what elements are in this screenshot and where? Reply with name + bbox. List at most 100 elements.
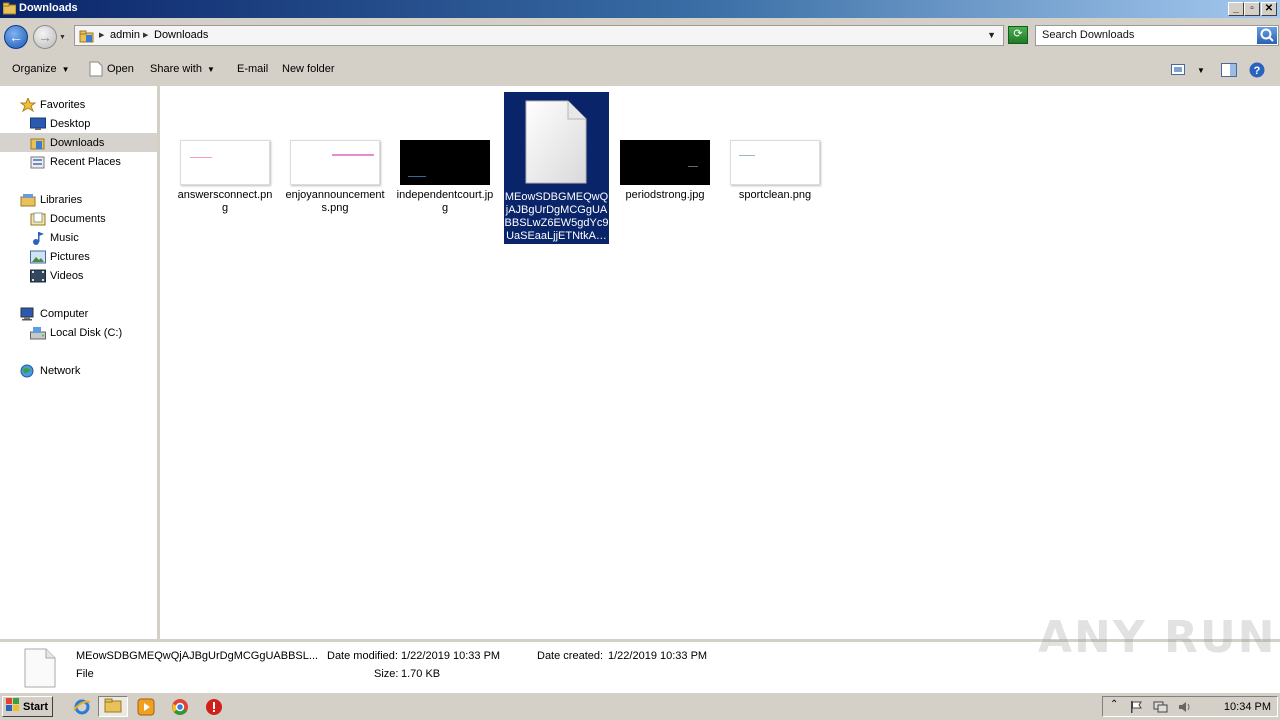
nav-downloads[interactable]: Downloads <box>0 133 157 152</box>
local-disk-icon <box>30 326 46 340</box>
nav-videos[interactable]: Videos <box>30 266 83 285</box>
document-icon <box>524 100 588 188</box>
new-folder-button[interactable]: New folder <box>282 63 335 75</box>
nav-network-label: Network <box>40 364 81 377</box>
email-button[interactable]: E-mail <box>237 63 268 75</box>
minimize-button[interactable]: _ <box>1228 2 1244 16</box>
forward-button[interactable]: → <box>33 25 57 49</box>
nav-videos-label: Videos <box>50 269 84 282</box>
internet-explorer-icon[interactable] <box>70 696 94 717</box>
search-placeholder: Search Downloads <box>1042 29 1135 41</box>
address-dropdown-icon[interactable]: ▼ <box>987 30 996 40</box>
details-type: File <box>76 668 94 680</box>
back-button[interactable]: ← <box>4 25 28 49</box>
help-icon[interactable]: ? <box>1249 62 1265 81</box>
pictures-icon <box>30 250 46 264</box>
windows-logo-icon <box>6 698 20 715</box>
clock[interactable]: 10:34 PM <box>1224 701 1271 713</box>
file-item[interactable]: enjoyannouncements.png <box>285 92 385 232</box>
volume-icon[interactable] <box>1177 700 1193 717</box>
recent-pages-dropdown[interactable]: ▼ <box>59 34 66 41</box>
share-with-button[interactable]: Share with ▼ <box>150 63 215 75</box>
file-type-icon <box>24 648 56 691</box>
file-item[interactable]: sportclean.png <box>725 92 825 232</box>
image-thumbnail <box>290 140 380 185</box>
navigation-pane: Favorites Desktop Downloads Recent Place… <box>0 86 157 639</box>
svg-text:?: ? <box>1254 65 1261 77</box>
nav-recent-places-label: Recent Places <box>50 155 121 168</box>
folder-icon <box>2 2 17 15</box>
details-date-modified: 1/22/2019 10:33 PM <box>401 650 501 662</box>
explorer-taskbar-button[interactable] <box>98 696 128 717</box>
network-tray-icon[interactable] <box>1153 700 1169 717</box>
nav-documents[interactable]: Documents <box>30 209 106 228</box>
breadcrumb-downloads[interactable]: Downloads <box>154 29 208 41</box>
desktop-icon <box>30 117 46 131</box>
computer-icon <box>20 307 36 321</box>
search-input[interactable]: Search Downloads <box>1035 25 1279 46</box>
nav-computer-label: Computer <box>40 307 89 320</box>
recent-places-icon <box>30 155 46 169</box>
restore-button[interactable]: ▫ <box>1244 2 1260 16</box>
nav-recent-places[interactable]: Recent Places <box>30 152 121 171</box>
file-item-selected[interactable]: MEowSDBGMEQwQjAJBgUrDgMCGgUABBSLwZ6EW5gd… <box>504 92 609 244</box>
file-item[interactable]: periodstrong.jpg <box>615 92 715 232</box>
image-thumbnail <box>730 140 820 185</box>
nav-music-label: Music <box>50 231 79 244</box>
details-size-label: Size: <box>374 668 399 680</box>
nav-downloads-label: Downloads <box>50 136 105 149</box>
show-hidden-icons-icon[interactable]: ⌃ <box>1110 699 1118 710</box>
window-title: Downloads <box>19 2 78 14</box>
nav-computer[interactable]: Computer <box>20 304 88 323</box>
image-thumbnail <box>620 140 710 185</box>
file-name: sportclean.png <box>738 189 812 201</box>
nav-documents-label: Documents <box>50 212 106 225</box>
change-view-icon[interactable] <box>1171 64 1185 79</box>
details-date-created: 1/22/2019 10:33 PM <box>608 650 708 662</box>
system-tray: ⌃ 10:34 PM <box>1102 696 1278 717</box>
taskbar: Start ⌃ 10:34 PM <box>0 692 1280 720</box>
title-bar: Downloads _ ▫ ✕ <box>0 0 1280 18</box>
preview-pane-icon[interactable] <box>1221 63 1237 80</box>
file-item[interactable]: independentcourt.jpg <box>395 92 495 232</box>
file-name: periodstrong.jpg <box>625 189 705 201</box>
file-item[interactable]: answersconnect.png <box>175 92 275 232</box>
file-name: enjoyannouncements.png <box>285 189 385 214</box>
details-date-modified-label: Date modified: <box>327 650 398 662</box>
start-button[interactable]: Start <box>2 696 53 717</box>
search-icon[interactable] <box>1257 27 1277 44</box>
chevron-icon[interactable]: ▶ <box>99 31 104 39</box>
close-button[interactable]: ✕ <box>1261 2 1277 16</box>
libraries-icon <box>20 193 36 207</box>
breadcrumb-admin[interactable]: admin <box>110 29 140 41</box>
music-icon <box>30 231 46 245</box>
image-thumbnail <box>400 140 490 185</box>
chevron-icon[interactable]: ▶ <box>143 31 148 39</box>
nav-favorites-label: Favorites <box>40 98 86 111</box>
media-player-icon[interactable] <box>134 696 158 717</box>
stop-icon[interactable] <box>202 696 226 717</box>
nav-pictures[interactable]: Pictures <box>30 247 90 266</box>
nav-favorites[interactable]: Favorites <box>19 95 86 114</box>
file-list: answersconnect.png enjoyannouncements.pn… <box>160 86 1280 639</box>
action-center-flag-icon[interactable] <box>1129 700 1143 717</box>
nav-pictures-label: Pictures <box>50 250 90 263</box>
refresh-button[interactable]: ⟳ <box>1008 26 1028 44</box>
nav-network[interactable]: Network <box>20 361 80 380</box>
watermark: ANY RUN <box>1038 612 1277 663</box>
nav-music[interactable]: Music <box>30 228 79 247</box>
organize-button[interactable]: Organize ▼ <box>12 63 70 75</box>
open-button[interactable]: Open <box>107 63 134 75</box>
nav-libraries[interactable]: Libraries <box>20 190 82 209</box>
chrome-icon[interactable] <box>168 696 192 717</box>
videos-icon <box>30 269 46 283</box>
nav-local-disk[interactable]: Local Disk (C:) <box>30 323 122 342</box>
nav-desktop[interactable]: Desktop <box>30 114 90 133</box>
folder-icon <box>79 29 95 46</box>
downloads-folder-icon <box>30 136 46 150</box>
network-icon <box>20 364 36 378</box>
nav-local-disk-label: Local Disk (C:) <box>50 326 123 339</box>
file-name: answersconnect.png <box>177 189 273 214</box>
view-options-dropdown[interactable]: ▼ <box>1197 66 1205 75</box>
address-bar[interactable]: ▶ admin ▶ Downloads ▼ <box>74 25 1004 46</box>
